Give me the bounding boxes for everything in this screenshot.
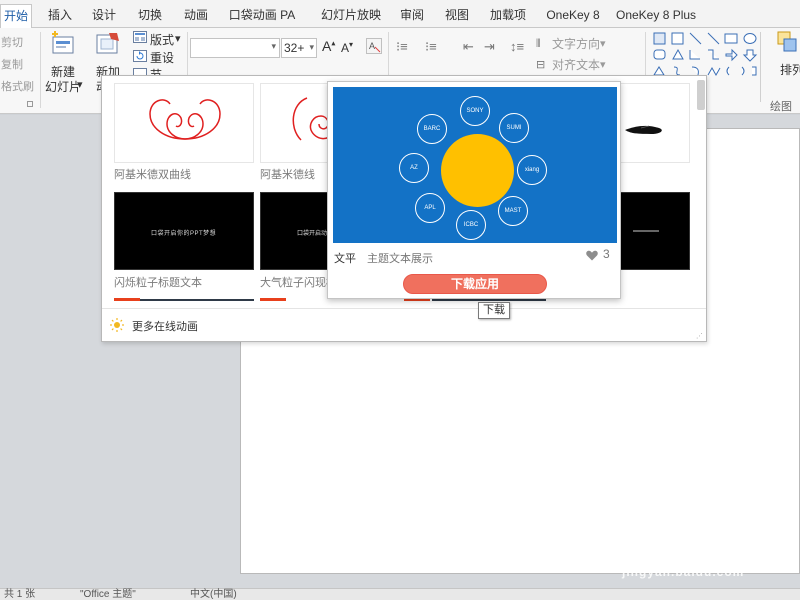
text-direction-icon[interactable]: ⫴: [536, 38, 541, 51]
text-direction-button[interactable]: 文字方向: [552, 35, 600, 52]
gallery-scrollbar[interactable]: [697, 80, 705, 110]
watermark-url: jingyan.baidu.com: [622, 565, 745, 579]
tab-insert[interactable]: 插入: [40, 4, 80, 28]
preview-image: SONY SUMI xiang MAST ICBC APL AZ BARC: [333, 87, 617, 243]
animation-preview-card: SONY SUMI xiang MAST ICBC APL AZ BARC 文平…: [327, 81, 621, 299]
status-bar: 共 1 张 "Office 主题" 中文(中国): [0, 588, 800, 600]
new-slide-icon[interactable]: [50, 31, 76, 59]
gallery-caption[interactable]: 阿基米德双曲线: [114, 166, 191, 182]
reset-button[interactable]: 重设: [150, 49, 174, 66]
bullets-icon[interactable]: ⁝≡: [396, 39, 408, 55]
font-name-combo[interactable]: ▾: [190, 38, 280, 58]
font-name-dropdown-icon[interactable]: ▾: [271, 41, 276, 52]
decrease-indent-icon[interactable]: ⇤: [463, 39, 474, 55]
like-count: 3: [603, 247, 610, 261]
watermark-brand: Baidu 经验: [613, 535, 753, 565]
gallery-caption[interactable]: 大气粒子闪现标: [260, 274, 337, 290]
bubble-label: BARC: [417, 114, 447, 144]
download-app-button[interactable]: 下载应用: [403, 274, 547, 294]
align-text-icon[interactable]: ⊟: [536, 58, 545, 71]
progress-red: [114, 298, 140, 301]
tab-onekey8[interactable]: OneKey 8: [543, 4, 603, 28]
clear-format-icon[interactable]: A: [366, 38, 382, 54]
layout-icon[interactable]: [133, 31, 147, 43]
theme-name: "Office 主题": [80, 589, 136, 600]
drawing-group-label: 绘图: [770, 101, 792, 113]
font-size-value: 32+: [284, 41, 305, 55]
slide-count: 共 1 张: [4, 589, 36, 600]
gallery-caption[interactable]: 闪烁粒子标题文本: [114, 274, 202, 290]
increase-indent-icon[interactable]: ⇥: [484, 39, 495, 55]
sparkle-thumb-text: 口袋开启你的PPT梦想: [151, 231, 217, 237]
more-online-animations[interactable]: 更多在线动画 ⋰: [102, 308, 706, 342]
align-text-button[interactable]: 对齐文本: [552, 56, 600, 73]
font-size-combo[interactable]: 32+ ▾: [281, 38, 317, 58]
tab-animations[interactable]: 动画: [178, 4, 214, 28]
layout-button[interactable]: 版式: [150, 31, 174, 48]
section-button[interactable]: 节: [150, 66, 162, 75]
resize-grip-icon[interactable]: ⋰: [696, 332, 703, 340]
ribbon-tab-bar: 开始 插入 设计 切换 动画 口袋动画 PA 幻灯片放映 审阅 视图 加载项 O…: [0, 0, 800, 28]
cut-button[interactable]: 剪切: [1, 34, 23, 50]
gallery-thumb-partial-dark[interactable]: [620, 192, 690, 270]
separator: [40, 32, 41, 108]
gallery-thumb-sparkle-title[interactable]: 口袋开启你的PPT梦想: [114, 192, 254, 270]
tab-onekey8-plus[interactable]: OneKey 8 Plus: [616, 4, 696, 28]
double-spiral-graphic: [149, 99, 221, 140]
bubble-label: MAST: [498, 196, 528, 226]
new-slide-label-2[interactable]: 幻灯片: [45, 78, 81, 95]
line-spacing-icon[interactable]: ↕≡: [510, 39, 524, 54]
bubble-label: ICBC: [456, 210, 486, 240]
sun-icon: [110, 318, 124, 332]
tab-slideshow[interactable]: 幻灯片放映: [318, 4, 384, 28]
more-online-animations-label[interactable]: 更多在线动画: [132, 318, 198, 334]
bubble-label: APL: [415, 193, 445, 223]
svg-text:A: A: [369, 41, 375, 51]
gallery-thumb-archimedes-double[interactable]: [114, 83, 254, 163]
download-tooltip: 下载: [478, 302, 510, 319]
tab-pocket-animation[interactable]: 口袋动画 PA: [226, 4, 298, 28]
shapes-gallery-scroll[interactable]: [760, 32, 770, 102]
progress-track: [140, 299, 254, 301]
tab-design[interactable]: 设计: [86, 4, 122, 28]
new-animation-icon[interactable]: [95, 31, 121, 59]
tab-review[interactable]: 审阅: [396, 4, 428, 28]
arrange-button[interactable]: 排列: [780, 61, 800, 78]
bubble-label: SONY: [460, 96, 490, 126]
bubble-label: AZ: [399, 153, 429, 183]
grow-font-icon[interactable]: A▴: [322, 38, 335, 54]
new-slide-dropdown-icon[interactable]: ▾: [77, 78, 83, 91]
tab-home[interactable]: 开始: [0, 4, 32, 28]
tab-transitions[interactable]: 切换: [132, 4, 168, 28]
partial-thumb-line: [633, 230, 659, 232]
text-direction-dropdown-icon[interactable]: ▾: [600, 37, 606, 50]
layout-dropdown-icon[interactable]: ▾: [175, 32, 181, 45]
brush-stroke-graphic: [625, 125, 662, 134]
dialog-launcher-icon[interactable]: [27, 101, 33, 107]
tab-view[interactable]: 视图: [441, 4, 473, 28]
arrange-icon[interactable]: [776, 30, 800, 56]
language-status[interactable]: 中文(中国): [190, 589, 237, 600]
center-circle: [441, 134, 514, 207]
shrink-font-icon[interactable]: A▾: [341, 40, 353, 55]
gallery-caption[interactable]: 阿基米德线: [260, 166, 315, 182]
tab-addins[interactable]: 加载项: [487, 4, 529, 28]
progress-red: [260, 298, 286, 301]
copy-button[interactable]: 复制: [1, 56, 23, 72]
preview-title: 主题文本展示: [367, 253, 433, 265]
progress-track: [432, 299, 546, 301]
font-size-dropdown-icon[interactable]: ▾: [309, 42, 314, 53]
format-painter-button[interactable]: 格式刷: [1, 78, 34, 94]
bubble-label: xiang: [517, 155, 547, 185]
align-text-dropdown-icon[interactable]: ▾: [600, 58, 606, 71]
bubble-label: SUMI: [499, 113, 529, 143]
preview-tag: 文平: [334, 253, 356, 265]
numbering-icon[interactable]: ⁝≡: [425, 39, 437, 55]
slide-corner: [760, 120, 796, 144]
reset-icon[interactable]: [133, 50, 147, 62]
heart-icon[interactable]: [586, 250, 598, 261]
gallery-thumb-partial[interactable]: [620, 83, 690, 163]
